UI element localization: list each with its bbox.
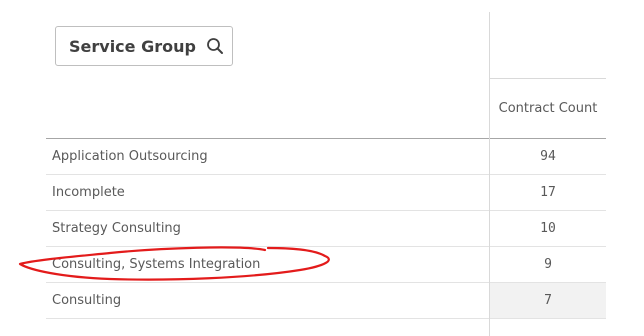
row-service-group[interactable]: Consulting, Systems Integration: [52, 247, 260, 282]
row-service-group[interactable]: Consulting: [52, 283, 121, 318]
measure-header: Contract Count: [490, 12, 606, 138]
service-group-label: Service Group: [69, 36, 196, 56]
row-contract-count: 17: [540, 185, 556, 200]
table-row[interactable]: Consulting, Systems Integration 9: [46, 247, 606, 283]
data-table: Service Group Contract Count Application…: [46, 12, 606, 336]
contract-count-header[interactable]: Contract Count: [490, 78, 606, 138]
row-contract-count: 9: [544, 257, 552, 272]
column-divider: [489, 12, 490, 336]
row-contract-count: 10: [540, 221, 556, 236]
row-service-group[interactable]: Application Outsourcing: [52, 139, 208, 174]
row-service-group[interactable]: Incomplete: [52, 175, 125, 210]
table-row[interactable]: Application Outsourcing 94: [46, 139, 606, 175]
search-icon: [206, 37, 224, 55]
row-service-group[interactable]: Strategy Consulting: [52, 211, 181, 246]
service-group-search-button[interactable]: Service Group: [55, 26, 233, 66]
row-contract-count: 94: [540, 149, 556, 164]
table-row[interactable]: Incomplete 17: [46, 175, 606, 211]
dimension-header: Service Group: [46, 12, 489, 138]
table-row[interactable]: Strategy Consulting 10: [46, 211, 606, 247]
table-row[interactable]: Consulting 7: [46, 283, 606, 319]
row-contract-count: 7: [490, 283, 606, 318]
measure-header-spacer: [490, 12, 606, 79]
